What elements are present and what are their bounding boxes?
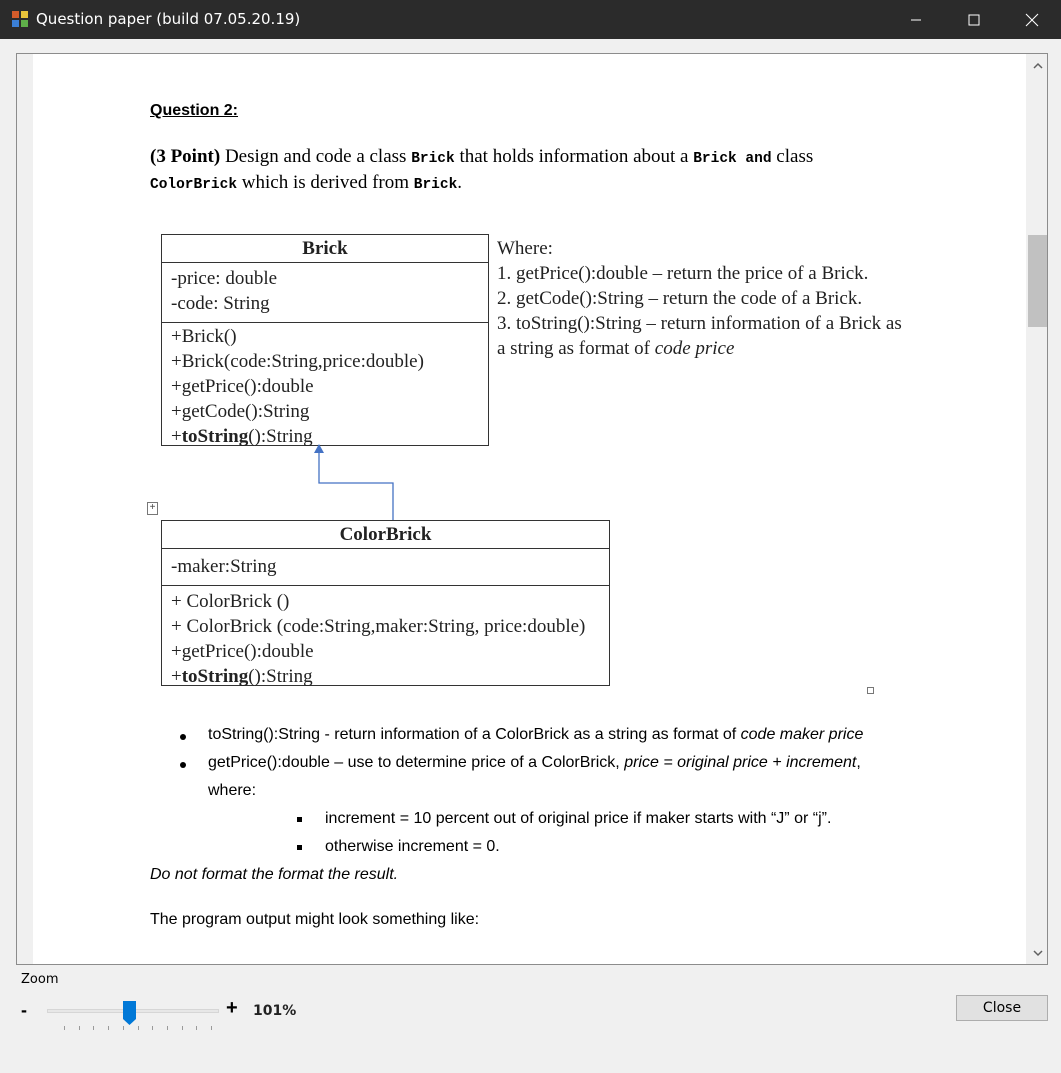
list-item: toString():String - return information o… [208,726,864,743]
scroll-thumb[interactable] [1028,235,1047,327]
sub-list-item: increment = 10 percent out of original p… [325,810,832,827]
title-bar: Question paper (build 07.05.20.19) [0,0,1061,39]
bullet-icon [180,762,186,768]
list-item-continuation: where: [208,782,257,799]
move-handle-icon[interactable]: + [147,502,158,515]
window-title: Question paper (build 07.05.20.19) [36,10,301,28]
slider-tick [181,1026,183,1030]
scroll-up-icon[interactable] [1027,54,1047,76]
list-item: getPrice():double – use to determine pri… [208,754,861,771]
square-bullet-icon [297,817,302,822]
slider-tick [78,1026,80,1030]
slider-tick [122,1026,124,1030]
scroll-down-icon[interactable] [1027,942,1047,964]
operations-section: + ColorBrick () + ColorBrick (code:Strin… [162,586,609,689]
slider-tick [211,1026,212,1030]
operation: + ColorBrick () [171,591,290,612]
slider-tick [152,1026,154,1030]
output-intro: The program output might look something … [150,911,480,928]
app-icon [12,11,29,28]
minimize-icon[interactable] [887,0,945,39]
zoom-out-button[interactable]: - [21,1000,27,1021]
document-page: Question 2: (3 Point) Design and code a … [33,54,1026,964]
sub-list-item: otherwise increment = 0. [325,838,500,855]
vertical-scrollbar[interactable] [1027,54,1047,964]
class-name: ColorBrick [162,521,609,549]
slider-tick [108,1026,110,1030]
zoom-label: Zoom [21,972,59,987]
operation: + ColorBrick (code:String,maker:String, … [171,616,586,637]
attributes-section: -maker:String [162,549,609,586]
close-button[interactable]: Close [956,995,1048,1021]
slider-tick [64,1026,65,1030]
document-viewer[interactable]: Question 2: (3 Point) Design and code a … [16,53,1048,965]
zoom-slider-thumb[interactable] [122,1001,136,1025]
slider-tick [166,1026,168,1030]
attribute: -maker:String [171,556,277,577]
inheritance-arrow [314,444,394,520]
square-bullet-icon [297,845,302,850]
slider-tick [196,1026,198,1030]
resize-handle-icon[interactable] [867,687,874,694]
close-icon[interactable] [1003,0,1061,39]
slider-tick [93,1026,95,1030]
zoom-in-button[interactable]: + [226,997,238,1020]
colorbrick-class-diagram: ColorBrick -maker:String + ColorBrick ()… [161,520,610,689]
zoom-percent: 101% [253,1003,297,1019]
operation: +toString():String [171,666,313,687]
slider-tick [137,1026,139,1030]
maximize-icon[interactable] [945,0,1003,39]
bullet-icon [180,734,186,740]
operation: +getPrice():double [171,641,314,662]
format-note: Do not format the format the result. [150,866,399,883]
